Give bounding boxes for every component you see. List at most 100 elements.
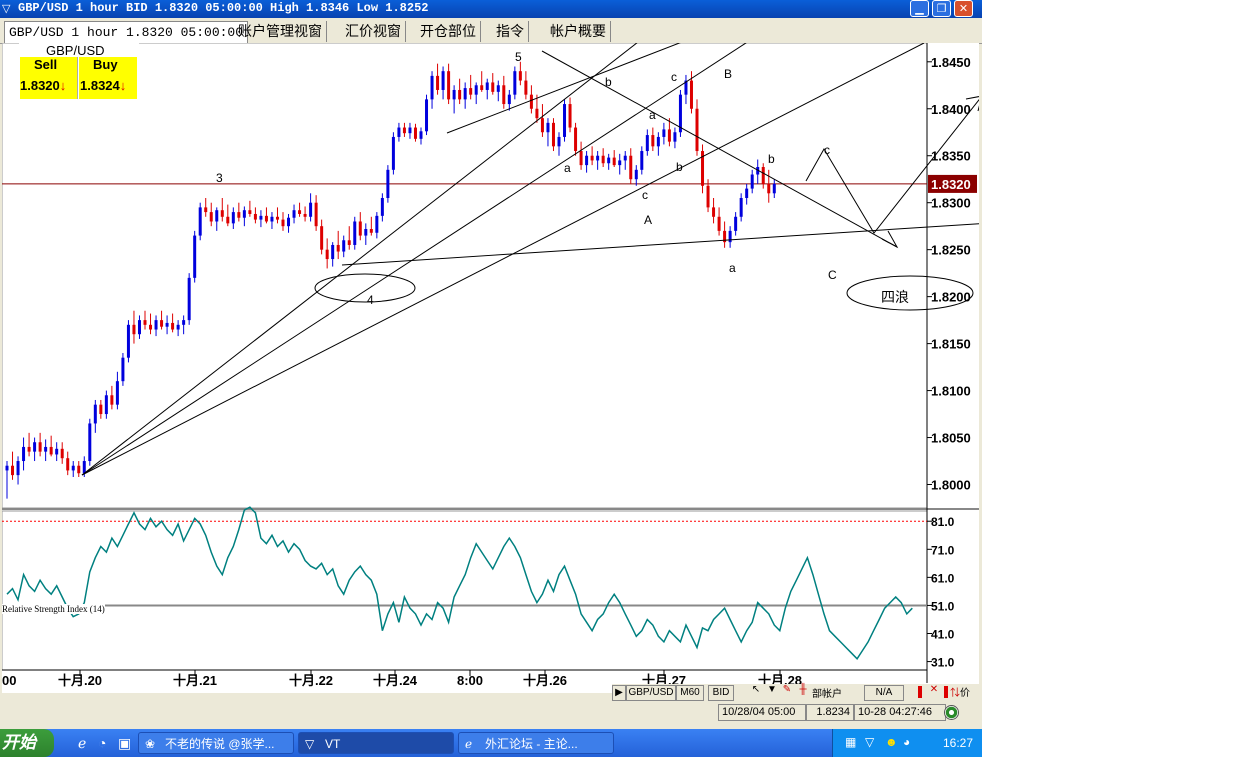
price-tick-label: 1.8350 <box>931 149 971 164</box>
tray-vt-icon[interactable]: ▽ <box>865 735 874 749</box>
candle <box>551 118 555 152</box>
rsi-title: Relative Strength Index (14) <box>2 604 105 614</box>
start-button[interactable]: 开始 <box>0 729 54 757</box>
tab-orders[interactable]: 指令 <box>492 21 529 42</box>
close-button[interactable]: ✕ <box>954 0 973 17</box>
maximize-icon: ❐ <box>936 3 947 15</box>
wave-label: 5 <box>515 50 522 64</box>
wave-label: b <box>605 75 612 89</box>
tab-chart[interactable]: GBP/USD 1 hour 1.8320 05:00:00 <box>4 21 249 43</box>
window-titlebar[interactable]: ▽ GBP/USD 1 hour BID 1.8320 05:00:00 Hig… <box>0 0 982 18</box>
price-tick-label: 1.8300 <box>931 196 971 211</box>
status-price: 1.8234 <box>806 704 854 721</box>
chart-svg: 534abcBabcAbcaC五浪四浪 1.84501.84001.83501.… <box>1 0 1077 693</box>
time-tick-label: 十月.21 <box>173 673 217 688</box>
tab-account-management[interactable]: 账户管理视窗 <box>234 21 327 42</box>
price-tick-label: 1.8100 <box>931 384 971 399</box>
window-title: GBP/USD 1 hour BID 1.8320 05:00:00 High … <box>18 1 429 15</box>
red-marker-icon <box>918 686 922 698</box>
close-icon: ✕ <box>958 3 969 15</box>
arrow-down-icon: ↓ <box>59 78 67 93</box>
wave-label: C <box>828 268 837 282</box>
tab-account-summary[interactable]: 帐户概要 <box>546 21 611 42</box>
wave-label: 四浪 <box>881 289 909 305</box>
desktop-bottom <box>0 757 982 768</box>
connection-icon <box>944 705 959 720</box>
price-type-button[interactable]: BID <box>708 685 734 701</box>
quote-tool-label: 价 <box>960 688 970 699</box>
price-tick-label: 1.8450 <box>931 55 971 70</box>
wave-label: a <box>564 161 571 175</box>
quicklaunch-ie-icon[interactable]: ℯ <box>78 735 86 752</box>
time-tick-label: 8:00 <box>457 673 483 688</box>
chart-toolbar: ▶ GBP/USD M60 BID ↖ ▼ ✎ ╫ 部帐户 N/A ✕ ⇅价 <box>612 684 979 701</box>
wave-label: b <box>768 152 775 166</box>
price-tick-label: 1.8150 <box>931 337 971 352</box>
time-tick-label: 十月.26 <box>523 673 567 688</box>
close-chart-button[interactable]: ✕ <box>928 684 940 700</box>
tray-messenger-icon[interactable]: ☻ <box>885 735 898 749</box>
taskbar-item-vt[interactable]: ▽ VT <box>298 732 454 754</box>
wave-label: a <box>729 261 736 275</box>
taskbar-item-browser[interactable]: ❀ 不老的传说 @张学... <box>138 732 294 754</box>
quicklaunch-desktop-icon[interactable]: ▣ <box>118 735 131 752</box>
desktop-area <box>982 0 1244 768</box>
chart-type-tool[interactable]: ╫ <box>796 684 810 700</box>
quote-tool[interactable]: ⇅价 <box>950 684 978 700</box>
tray-security-icon[interactable]: ◕ <box>903 735 910 749</box>
minimize-icon: ▁ <box>915 3 924 15</box>
wave-label: B <box>724 67 732 81</box>
rsi-tick-label: 61.0 <box>931 571 955 585</box>
cursor-tool[interactable]: ↖ <box>748 684 764 700</box>
sell-price: 1.8320↓ <box>20 78 67 93</box>
quicklaunch-explorer-icon[interactable]: ◔ <box>98 735 106 751</box>
pencil-icon: ✎ <box>782 684 792 695</box>
rsi-tick-label: 81.0 <box>931 515 955 529</box>
time-tick-label: 00 <box>2 673 16 688</box>
play-icon: ▶ <box>615 687 623 698</box>
rsi-tick-label: 31.0 <box>931 656 955 670</box>
app-icon: ▽ <box>2 3 11 15</box>
red-marker-icon <box>944 686 948 698</box>
wave-label: c <box>642 188 648 202</box>
taskbar-item-forum[interactable]: ℯ 外汇论坛 - 主论... <box>458 732 614 754</box>
candle <box>386 165 390 203</box>
buy-label: Buy <box>93 57 118 72</box>
ie-icon: ℯ <box>465 737 473 751</box>
status-server-time: 10-28 04:27:46 <box>854 704 946 721</box>
buy-panel[interactable]: Buy 1.8324↓ <box>79 57 137 99</box>
chart-area[interactable]: 534abcBabcAbcaC五浪四浪 1.84501.84001.83501.… <box>1 0 1077 701</box>
close-icon: ✕ <box>929 684 939 695</box>
drawing-tool[interactable]: ✎ <box>780 684 794 700</box>
wave-label: 3 <box>216 171 223 185</box>
windows-taskbar: 开始 ℯ ◔ ▣ ❀ 不老的传说 @张学... ▽ VT ℯ 外汇论坛 - 主论...… <box>0 729 983 757</box>
current-price-label: 1.8320 <box>931 177 971 192</box>
time-tick-label: 十月.22 <box>289 673 333 688</box>
wave-label: c <box>824 143 830 157</box>
candle <box>121 353 125 386</box>
dropdown-tool[interactable]: ▼ <box>766 684 778 700</box>
wave-label: c <box>671 70 677 84</box>
candle <box>563 99 567 142</box>
candle <box>198 202 202 241</box>
time-tick-label: 十月.24 <box>373 673 418 688</box>
buy-price: 1.8324↓ <box>80 78 127 93</box>
status-datetime: 10/28/04 05:00 <box>718 704 806 721</box>
tray-network-icon[interactable]: ▦ <box>845 735 856 749</box>
tab-bar: GBP/USD 1 hour 1.8320 05:00:00 账户管理视窗 汇价… <box>0 19 982 44</box>
symbol-button[interactable]: GBP/USD <box>626 685 676 701</box>
period-button[interactable]: M60 <box>676 685 704 701</box>
current-price-tag: 1.8320 <box>928 174 977 193</box>
scroll-right-button[interactable]: ▶ <box>612 685 626 701</box>
bar-chart-icon: ╫ <box>799 684 807 695</box>
browser-icon: ❀ <box>145 737 156 751</box>
price-tick-label: 1.8200 <box>931 290 971 305</box>
tab-open-positions[interactable]: 开仓部位 <box>416 21 481 42</box>
sell-panel[interactable]: Sell 1.8320↓ <box>20 57 78 99</box>
minimize-button[interactable]: ▁ <box>910 0 929 17</box>
sell-label: Sell <box>34 57 58 72</box>
tab-rates[interactable]: 汇价视窗 <box>341 21 406 42</box>
candle <box>513 66 517 100</box>
maximize-button[interactable]: ❐ <box>932 0 951 17</box>
wave-label: a <box>649 108 656 122</box>
